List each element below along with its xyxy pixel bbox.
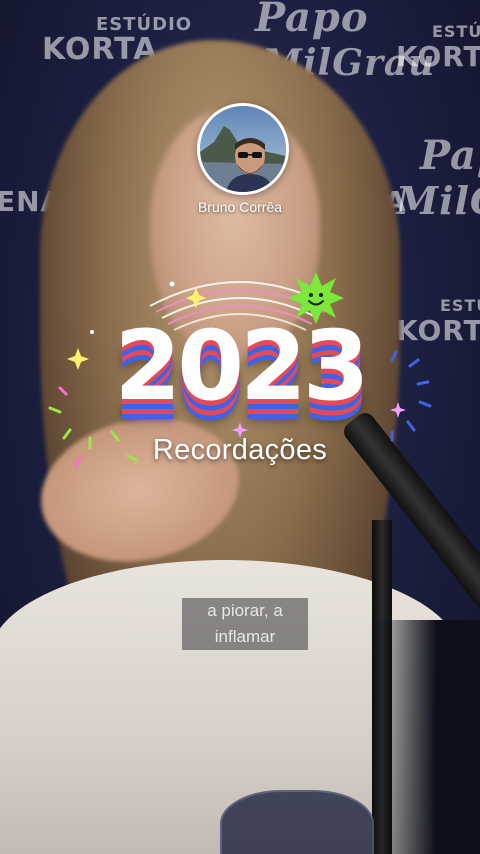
profile-photo-icon (200, 106, 286, 192)
backdrop-brand-papo: Papo (255, 0, 369, 41)
water-glass (220, 790, 374, 854)
recap-title: Recordações (152, 434, 328, 466)
profile-name: Bruno Corrêa (197, 199, 283, 215)
video-frame[interactable]: ESTÚDIO KORTA Papo MilGrau ESTÚDIO KORTA… (0, 0, 480, 854)
backdrop-brand-korta-right: KORTA (396, 40, 480, 73)
shadow-area (370, 620, 480, 854)
recap-year: 2023 (114, 310, 369, 422)
backdrop-brand-estudio-right: ESTÚDIO (432, 22, 480, 41)
caption-line-1: a piorar, a (207, 601, 283, 620)
backdrop-brand-papo-right: Papo (420, 132, 480, 179)
video-caption: a piorar, a inflamar (182, 598, 308, 650)
caption-line-2: inflamar (214, 627, 276, 646)
profile-avatar[interactable] (197, 103, 289, 195)
